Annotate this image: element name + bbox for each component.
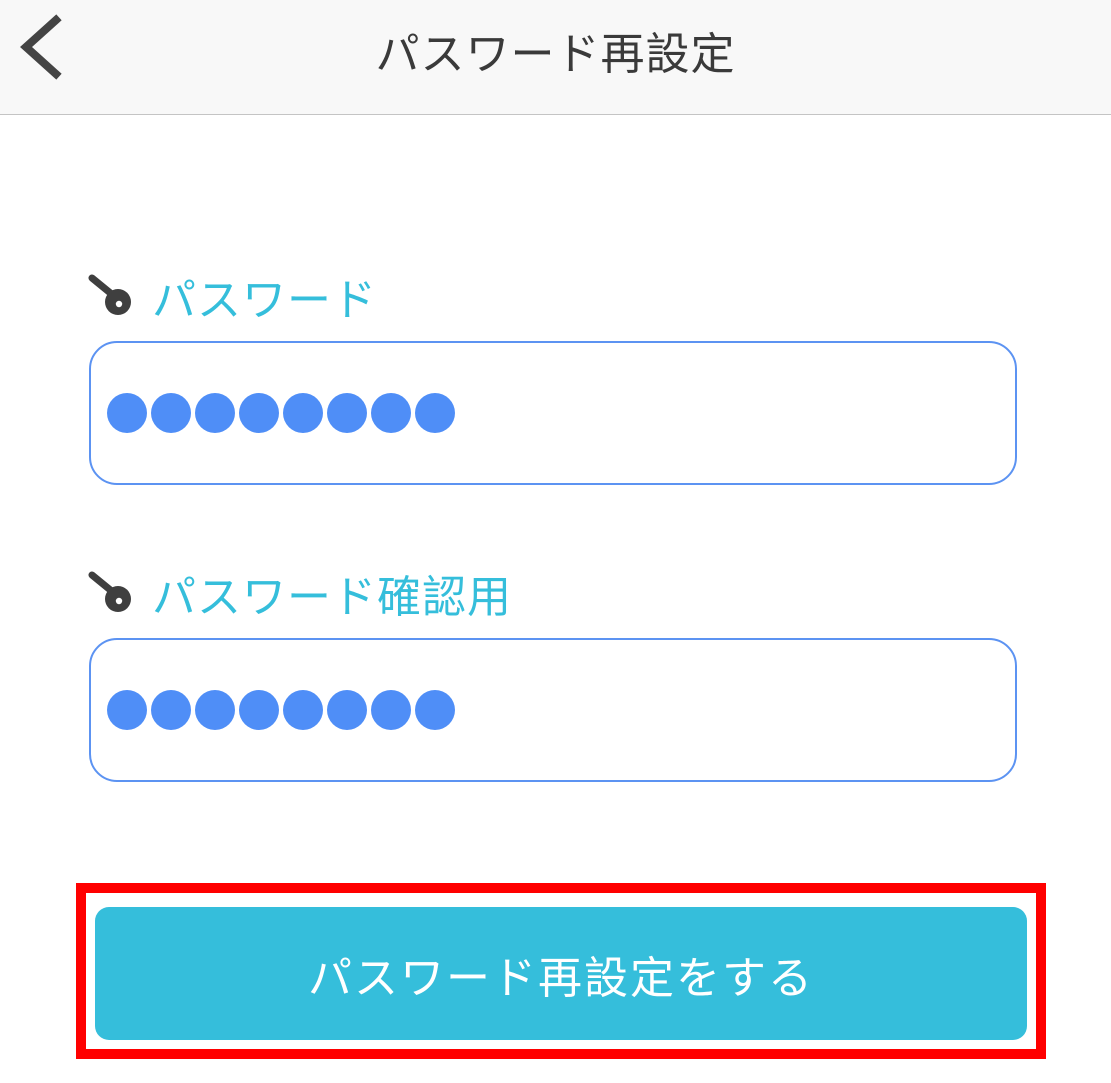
password-label-text: パスワード: [152, 275, 377, 326]
page-title: パスワード再設定: [375, 29, 736, 80]
mask-dot: [371, 690, 411, 730]
mask-dot: [195, 690, 235, 730]
mask-dot: [415, 690, 455, 730]
mask-dot: [107, 690, 147, 730]
nav-header: パスワード再設定: [0, 0, 1111, 115]
mask-dot: [107, 393, 147, 433]
mask-dot: [151, 690, 191, 730]
password-confirm-label: パスワード確認用: [88, 563, 512, 623]
key-icon: [88, 274, 131, 315]
mask-dot: [239, 690, 279, 730]
reset-password-button[interactable]: パスワード再設定をする: [95, 907, 1027, 1040]
key-icon: [88, 571, 131, 612]
mask-dot: [151, 393, 191, 433]
mask-dot: [327, 690, 367, 730]
mask-dot: [283, 393, 323, 433]
mask-dot: [195, 393, 235, 433]
mask-dot: [239, 393, 279, 433]
password-masked-value: [107, 393, 459, 433]
password-confirm-masked-value: [107, 690, 459, 730]
mask-dot: [283, 690, 323, 730]
password-confirm-input[interactable]: [89, 638, 1017, 782]
password-input[interactable]: [89, 341, 1017, 485]
password-label: パスワード: [88, 266, 377, 326]
password-confirm-label-text: パスワード確認用: [152, 572, 512, 623]
mask-dot: [415, 393, 455, 433]
mask-dot: [371, 393, 411, 433]
mask-dot: [327, 393, 367, 433]
